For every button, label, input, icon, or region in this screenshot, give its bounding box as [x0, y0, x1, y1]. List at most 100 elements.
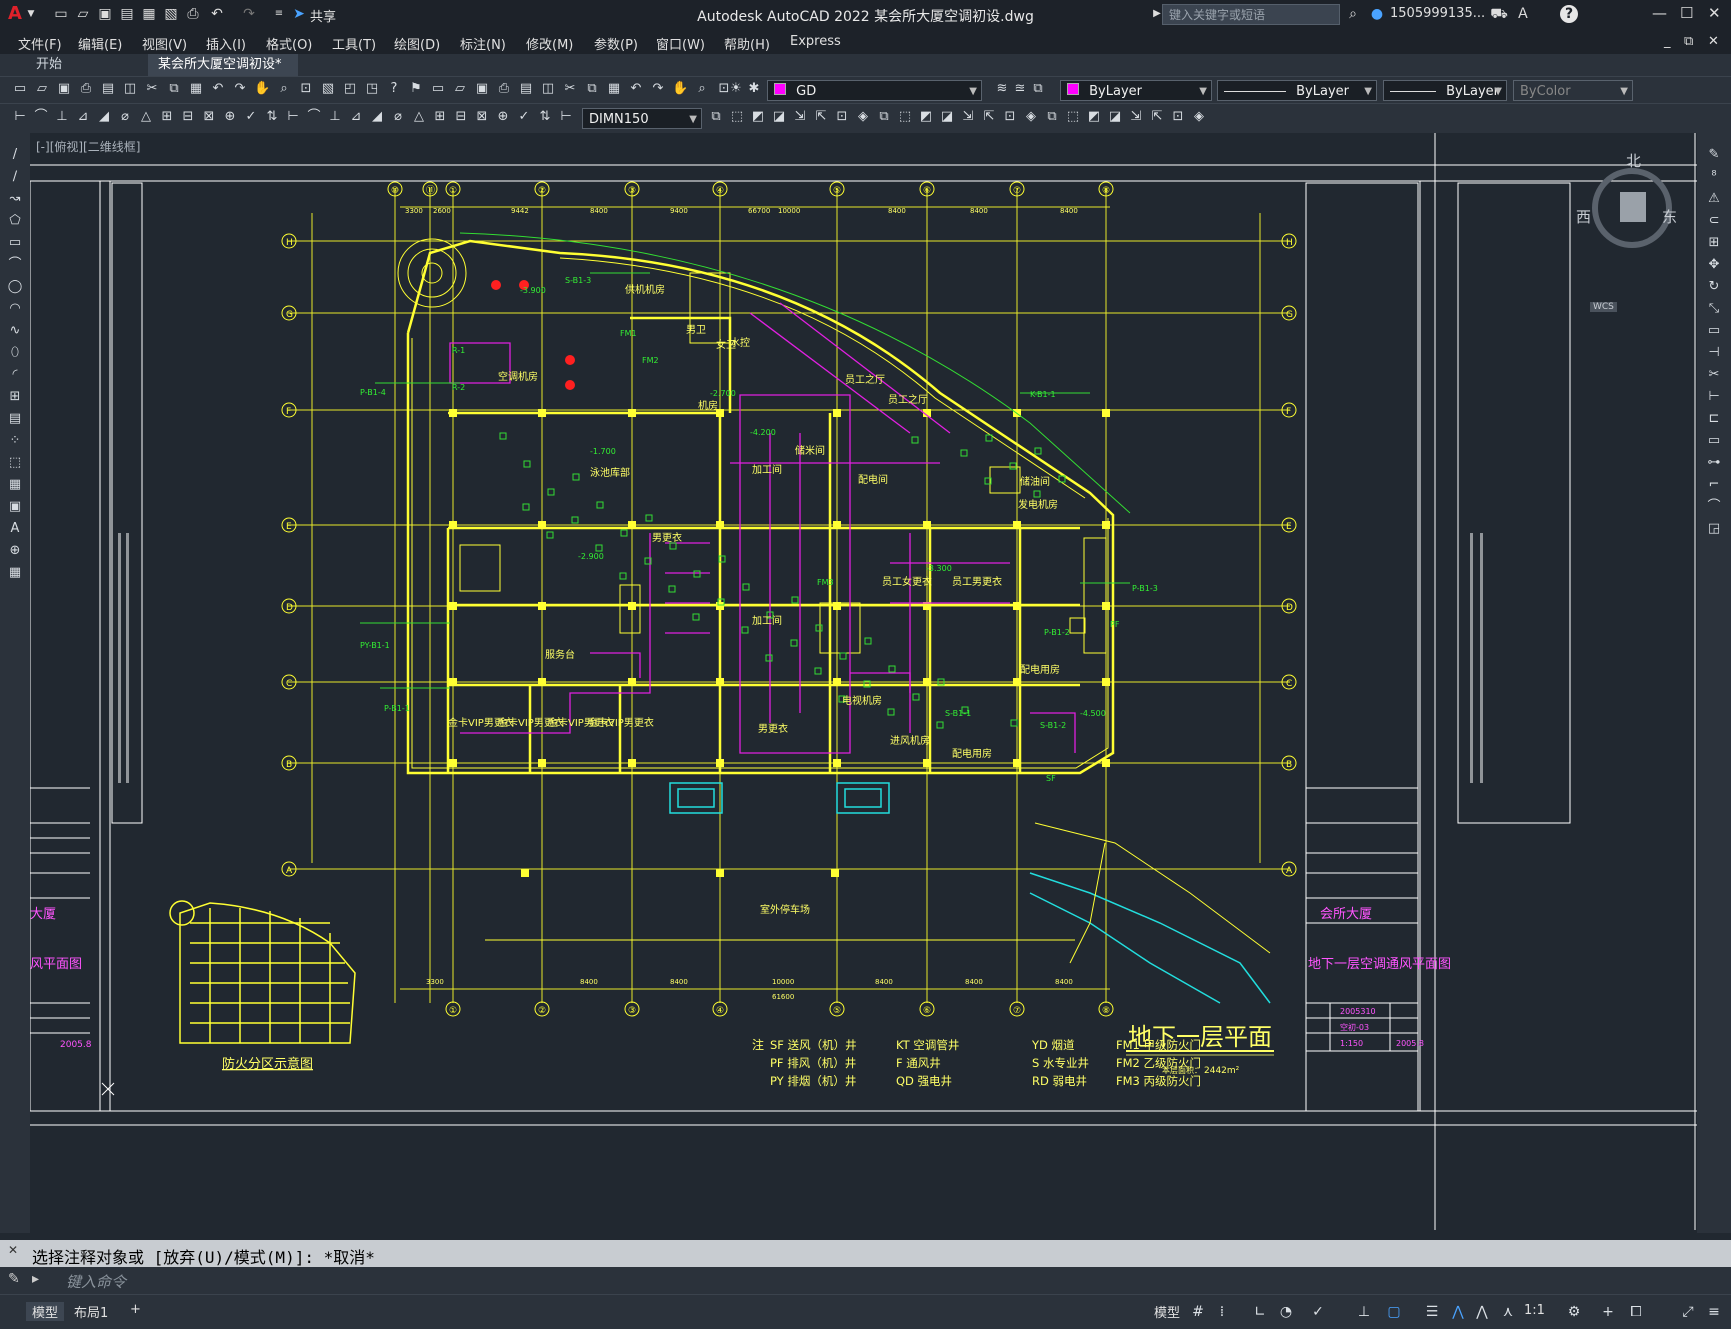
- grid-icon[interactable]: #: [1190, 1304, 1206, 1320]
- doc-minimize-icon[interactable]: _: [1664, 34, 1671, 49]
- menu-parametric[interactable]: 参数(P): [594, 34, 638, 53]
- toolbar3-10-icon[interactable]: ◩: [918, 109, 934, 125]
- toolbar1-0-icon[interactable]: ▭: [12, 81, 28, 97]
- viewcube-east[interactable]: 东: [1662, 206, 1677, 227]
- modify-tool-16-icon[interactable]: ⌒: [1706, 499, 1722, 515]
- annotation-scale-icon[interactable]: ⋏: [1500, 1304, 1516, 1320]
- toolbar3-14-icon[interactable]: ⊡: [1002, 109, 1018, 125]
- toolbar1-23-icon[interactable]: ▤: [518, 81, 534, 97]
- toolbar3-19-icon[interactable]: ◪: [1107, 109, 1123, 125]
- command-input[interactable]: 键入命令: [66, 1271, 126, 1292]
- model-space-button[interactable]: 模型: [1154, 1302, 1180, 1321]
- modify-tool-11-icon[interactable]: ⊢: [1706, 389, 1722, 405]
- toolbar1-6-icon[interactable]: ✂: [144, 81, 160, 97]
- draw-tool-12-icon[interactable]: ▤: [7, 411, 23, 427]
- toolbar3-18-icon[interactable]: ◩: [1086, 109, 1102, 125]
- polar-icon[interactable]: ◔: [1278, 1304, 1294, 1320]
- toolbar3-20-icon[interactable]: ⇲: [1128, 109, 1144, 125]
- toolbar1-22-icon[interactable]: ⎙: [496, 81, 512, 97]
- command-input-bar[interactable]: ✎ ▸ 键入命令: [0, 1267, 1731, 1294]
- toolbar2-19-icon[interactable]: △: [411, 109, 427, 125]
- toolbar3-15-icon[interactable]: ◈: [1023, 109, 1039, 125]
- toolbar2-22-icon[interactable]: ⊠: [474, 109, 490, 125]
- close-icon[interactable]: ✕: [1708, 4, 1721, 22]
- tab-drawing[interactable]: 某会所大厦空调初设*: [148, 54, 298, 76]
- modify-tool-6-icon[interactable]: ↻: [1706, 279, 1722, 295]
- modify-tool-12-icon[interactable]: ⊏: [1706, 411, 1722, 427]
- toolbar1-31-icon[interactable]: ⌕: [694, 81, 710, 97]
- modify-tool-3-icon[interactable]: ⊂: [1706, 213, 1722, 229]
- draw-tool-18-icon[interactable]: ⊕: [7, 543, 23, 559]
- color-dropdown[interactable]: ByLayer ▼: [1060, 80, 1212, 101]
- layer-dropdown[interactable]: GD ▼: [767, 80, 982, 101]
- draw-tool-16-icon[interactable]: ▣: [7, 499, 23, 515]
- search-icon[interactable]: ⌕: [1344, 5, 1362, 23]
- search-input[interactable]: 键入关键字或短语: [1162, 4, 1340, 25]
- toolbar1-14-icon[interactable]: ▧: [320, 81, 336, 97]
- draw-tool-3-icon[interactable]: ⬠: [7, 213, 23, 229]
- modify-tool-9-icon[interactable]: ⊣: [1706, 345, 1722, 361]
- gear-icon[interactable]: ⚙: [1566, 1304, 1582, 1320]
- layer-tools-0-icon[interactable]: ≋: [994, 81, 1010, 97]
- toolbar1-1-icon[interactable]: ▱: [34, 81, 50, 97]
- toolbar1-29-icon[interactable]: ↷: [650, 81, 666, 97]
- toolbar2-23-icon[interactable]: ⊕: [495, 109, 511, 125]
- snap-icon[interactable]: ⁞: [1214, 1304, 1230, 1320]
- drawing-canvas[interactable]: 大厦 风平面图 2005.8 会所大厦 地下一层空调通风平面图 2005310 …: [29, 133, 1721, 1230]
- wcs-menu[interactable]: WCS: [1590, 302, 1617, 312]
- draw-tool-2-icon[interactable]: ↝: [7, 191, 23, 207]
- menu-view[interactable]: 视图(V): [142, 34, 187, 53]
- isolate-icon[interactable]: ⧠: [1628, 1304, 1644, 1320]
- tab-start[interactable]: 开始: [26, 54, 146, 76]
- cart-icon[interactable]: ⛟: [1490, 5, 1508, 23]
- toolbar2-13-icon[interactable]: ⊢: [285, 109, 301, 125]
- fullscreen-icon[interactable]: ⤢: [1680, 1304, 1696, 1320]
- toolbar2-24-icon[interactable]: ✓: [516, 109, 532, 125]
- user-icon[interactable]: ●: [1368, 5, 1386, 23]
- menu-insert[interactable]: 插入(I): [206, 34, 246, 53]
- toolbar2-1-icon[interactable]: ⌒: [33, 109, 49, 125]
- doc-restore-icon[interactable]: ⧉: [1684, 34, 1693, 49]
- toolbar1-11-icon[interactable]: ✋: [254, 81, 270, 97]
- help-icon[interactable]: ?: [1560, 5, 1578, 23]
- dimstyle-dropdown[interactable]: DIMN150 ▼: [582, 108, 702, 129]
- viewcube-face[interactable]: [1620, 192, 1646, 222]
- layer-tools-1-icon[interactable]: ≊: [1012, 81, 1028, 97]
- toolbar1-7-icon[interactable]: ⧉: [166, 81, 182, 97]
- toolbar2-17-icon[interactable]: ◢: [369, 109, 385, 125]
- tab-layout1[interactable]: 布局1: [74, 1302, 108, 1321]
- toolbar3-5-icon[interactable]: ⇱: [813, 109, 829, 125]
- toolbar3-0-icon[interactable]: ⧉: [708, 109, 724, 125]
- toolbar3-22-icon[interactable]: ⊡: [1170, 109, 1186, 125]
- lineweight-dropdown[interactable]: ByLayer ▼: [1383, 80, 1507, 101]
- draw-tool-1-icon[interactable]: ∕: [7, 169, 23, 185]
- draw-tool-14-icon[interactable]: ⬚: [7, 455, 23, 471]
- menu-help[interactable]: 帮助(H): [724, 34, 770, 53]
- modify-tool-0-icon[interactable]: ✎: [1706, 147, 1722, 163]
- toolbar3-1-icon[interactable]: ⬚: [729, 109, 745, 125]
- viewcube-north[interactable]: 北: [1626, 150, 1641, 171]
- menu-window[interactable]: 窗口(W): [656, 34, 705, 53]
- menu-express[interactable]: Express: [790, 34, 841, 49]
- modify-tool-2-icon[interactable]: ⚠: [1706, 191, 1722, 207]
- toolbar1-13-icon[interactable]: ⊡: [298, 81, 314, 97]
- toolbar1-8-icon[interactable]: ▦: [188, 81, 204, 97]
- osnap-tracking-icon[interactable]: ✓: [1310, 1304, 1326, 1320]
- draw-tool-17-icon[interactable]: A: [7, 521, 23, 537]
- modify-tool-1-icon[interactable]: ⁸: [1706, 169, 1722, 185]
- user-name[interactable]: 1505999135...: [1390, 6, 1485, 21]
- toolbar1-17-icon[interactable]: ?: [386, 81, 402, 97]
- lineweight-icon[interactable]: ☰: [1424, 1304, 1440, 1320]
- menu-tools[interactable]: 工具(T): [332, 34, 376, 53]
- toolbar3-21-icon[interactable]: ⇱: [1149, 109, 1165, 125]
- toolbar2-7-icon[interactable]: ⊞: [159, 109, 175, 125]
- toolbar3-6-icon[interactable]: ⊡: [834, 109, 850, 125]
- customize-status-icon[interactable]: ≡: [1706, 1304, 1722, 1320]
- draw-tool-19-icon[interactable]: ▦: [7, 565, 23, 581]
- modify-tool-13-icon[interactable]: ▭: [1706, 433, 1722, 449]
- toolbar1-20-icon[interactable]: ▱: [452, 81, 468, 97]
- plotstyle-dropdown[interactable]: ByColor ▼: [1513, 80, 1633, 101]
- modify-tool-4-icon[interactable]: ⊞: [1706, 235, 1722, 251]
- autoscale-icon[interactable]: ⋀: [1474, 1304, 1490, 1320]
- viewcube-west[interactable]: 西: [1576, 206, 1591, 227]
